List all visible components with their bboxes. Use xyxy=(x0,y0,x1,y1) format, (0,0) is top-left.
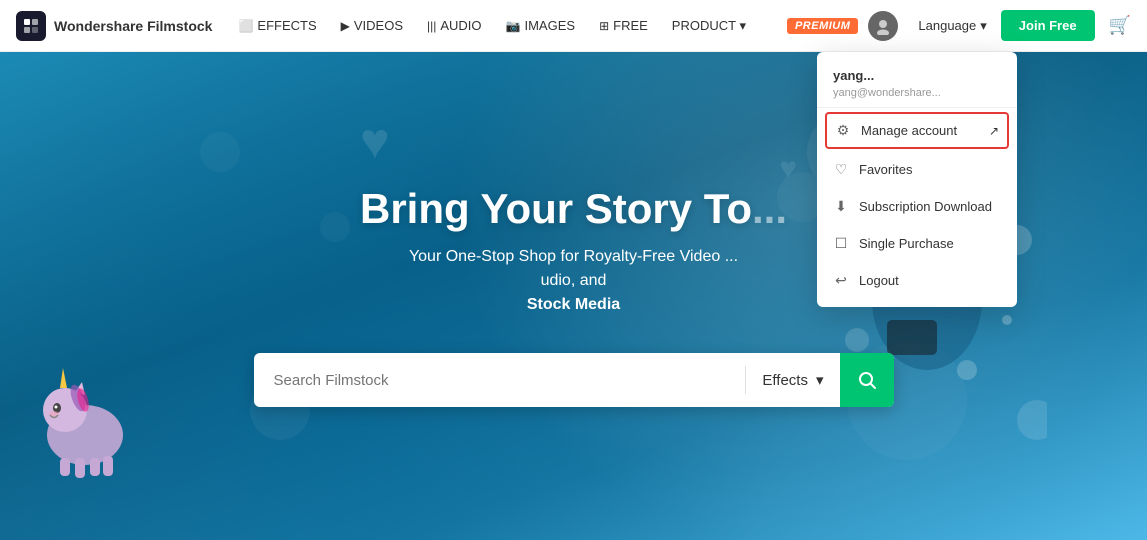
search-bar: Effects ▾ xyxy=(254,353,894,407)
logo-icon xyxy=(16,11,46,41)
nav-audio[interactable]: ||| AUDIO xyxy=(417,0,492,52)
language-selector[interactable]: Language ▾ xyxy=(908,18,996,34)
hero-title: Bring Your Story To... xyxy=(360,185,787,233)
nav-videos[interactable]: ▶ VIDEOS xyxy=(331,0,413,52)
cursor-indicator: ↗ xyxy=(989,124,999,138)
bubble-4 xyxy=(200,132,240,172)
navbar: Wondershare Filmstock ⬜ EFFECTS ▶ VIDEOS… xyxy=(0,0,1147,52)
videos-icon: ▶ xyxy=(341,19,350,33)
join-free-button[interactable]: Join Free xyxy=(1001,10,1095,41)
premium-badge[interactable]: PREMIUM xyxy=(787,18,858,34)
logo-text: Wondershare Filmstock xyxy=(54,18,212,34)
unicorn-decoration xyxy=(30,360,140,480)
dropdown-item-manage[interactable]: ⚙ Manage account ↗ xyxy=(825,112,1009,149)
heart-icon: ♡ xyxy=(833,161,849,178)
purchase-icon: ☐ xyxy=(833,235,849,252)
heart-decoration-1: ♥ xyxy=(360,112,390,170)
search-button[interactable] xyxy=(840,353,894,407)
dropdown-item-favorites[interactable]: ♡ Favorites xyxy=(817,151,1017,188)
nav-free[interactable]: ⊞ FREE xyxy=(589,0,658,52)
user-dropdown-menu: yang... yang@wondershare... ⚙ Manage acc… xyxy=(817,52,1017,307)
avatar[interactable] xyxy=(868,11,898,41)
hero-subtitle: Your One-Stop Shop for Royalty-Free Vide… xyxy=(409,245,738,317)
audio-icon: ||| xyxy=(427,19,436,33)
effects-icon: ⬜ xyxy=(238,19,253,33)
chevron-down-icon: ▾ xyxy=(980,18,987,34)
dropdown-chevron-icon: ▾ xyxy=(816,371,824,389)
search-input[interactable] xyxy=(254,372,746,389)
nav-images[interactable]: 📷 IMAGES xyxy=(496,0,586,52)
free-icon: ⊞ xyxy=(599,19,609,33)
nav-product[interactable]: PRODUCT ▾ xyxy=(662,0,756,52)
settings-icon: ⚙ xyxy=(835,122,851,139)
bubble-6 xyxy=(320,212,350,242)
dropdown-email: yang@wondershare... xyxy=(817,85,1017,108)
nav-effects[interactable]: ⬜ EFFECTS xyxy=(228,0,326,52)
dropdown-item-subscription[interactable]: ⬇ Subscription Download xyxy=(817,188,1017,225)
cart-icon[interactable]: 🛒 xyxy=(1109,15,1131,36)
images-icon: 📷 xyxy=(506,19,521,33)
dropdown-item-logout[interactable]: ↩ Logout xyxy=(817,262,1017,299)
dropdown-username: yang... xyxy=(817,60,1017,85)
search-category-dropdown[interactable]: Effects ▾ xyxy=(746,371,839,389)
logout-icon: ↩ xyxy=(833,272,849,289)
dropdown-item-single-purchase[interactable]: ☐ Single Purchase xyxy=(817,225,1017,262)
search-icon xyxy=(857,370,877,390)
logo-area[interactable]: Wondershare Filmstock xyxy=(16,11,212,41)
download-icon: ⬇ xyxy=(833,198,849,215)
